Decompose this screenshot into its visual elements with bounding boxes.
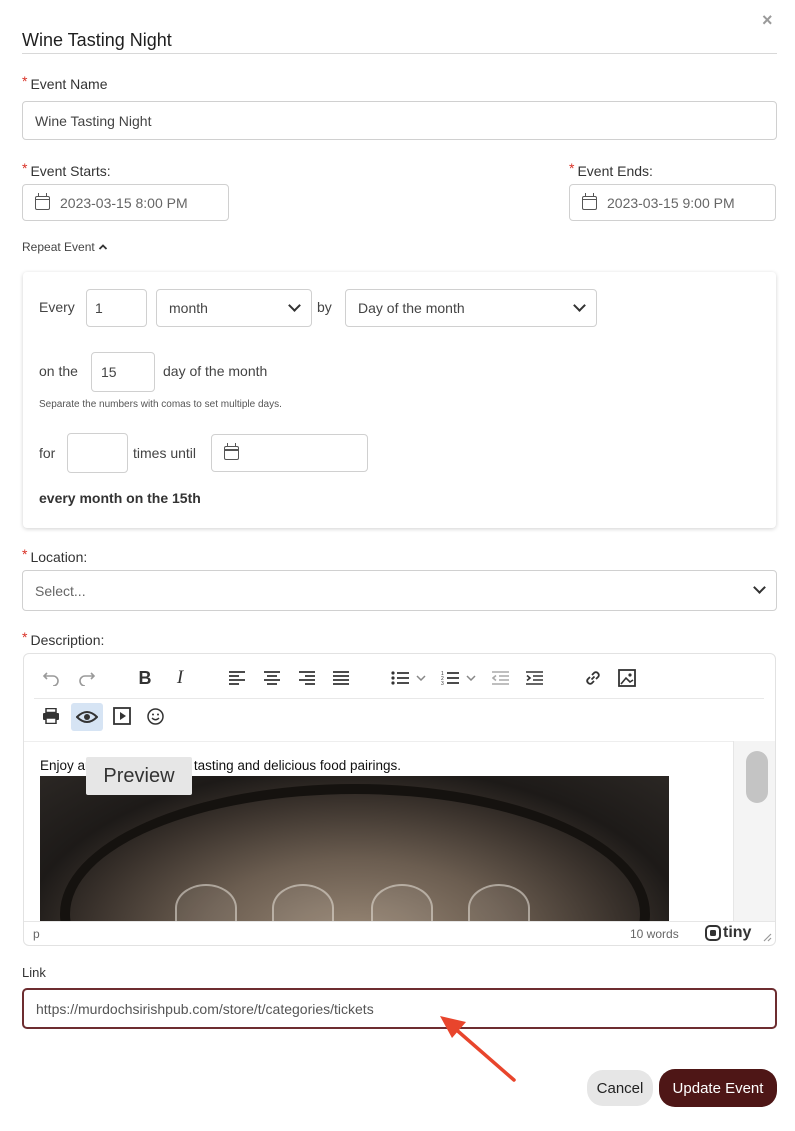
- repeat-day-hint: Separate the numbers with comas to set m…: [39, 399, 282, 410]
- repeat-by-value: Day of the month: [358, 300, 465, 316]
- calendar-icon: [35, 192, 50, 210]
- event-starts-label: * Event Starts:: [22, 160, 111, 179]
- barrel-rim: [60, 784, 650, 921]
- repeat-unit-select[interactable]: month: [156, 289, 312, 327]
- resize-handle-icon[interactable]: [762, 932, 772, 942]
- word-count: 10 words: [630, 927, 679, 941]
- required-marker: *: [569, 160, 575, 176]
- event-ends-value: 2023-03-15 9:00 PM: [607, 194, 735, 211]
- preview-tooltip: Preview: [86, 757, 192, 795]
- repeat-event-label: Repeat Event: [22, 240, 95, 254]
- title-divider: [22, 53, 777, 54]
- link-value: https://murdochsirishpub.com/store/t/cat…: [36, 1000, 374, 1017]
- link-icon[interactable]: [580, 665, 606, 691]
- event-name-input[interactable]: Wine Tasting Night: [22, 101, 777, 140]
- editor-statusbar: p 10 words tiny: [24, 921, 775, 945]
- times-until-label: times until: [133, 445, 197, 461]
- event-starts-label-text: Event Starts:: [30, 163, 111, 179]
- description-label: * Description:: [22, 629, 105, 648]
- align-justify-icon[interactable]: [328, 665, 354, 691]
- toolbar-divider: [34, 698, 764, 699]
- italic-icon[interactable]: I: [167, 665, 193, 691]
- rich-text-editor: B I 123 Enjoy an evening of wine tasting…: [23, 653, 776, 946]
- update-event-button[interactable]: Update Event: [659, 1069, 777, 1107]
- scrollbar-thumb[interactable]: [746, 751, 768, 803]
- repeat-day-value: 15: [101, 364, 117, 380]
- on-the-label: on the: [39, 363, 78, 379]
- bullet-list-icon[interactable]: [387, 665, 413, 691]
- chevron-down-icon: [288, 298, 301, 312]
- event-ends-label: * Event Ends:: [569, 160, 653, 179]
- event-ends-label-text: Event Ends:: [577, 163, 653, 179]
- tiny-logo-text: tiny: [723, 924, 752, 941]
- tiny-logo[interactable]: tiny: [705, 924, 751, 942]
- wine-barrel-image: [40, 776, 669, 921]
- required-marker: *: [22, 160, 28, 176]
- svg-text:3: 3: [441, 681, 444, 685]
- day-of-month-label: day of the month: [163, 363, 268, 379]
- indent-icon[interactable]: [521, 665, 547, 691]
- location-label-text: Location:: [30, 549, 88, 565]
- location-placeholder: Select...: [35, 582, 86, 599]
- preview-icon[interactable]: [71, 703, 103, 731]
- align-left-icon[interactable]: [224, 665, 250, 691]
- event-name-label: * Event Name: [22, 73, 108, 92]
- event-name-label-text: Event Name: [30, 76, 108, 92]
- repeat-interval-input[interactable]: 1: [86, 289, 147, 327]
- link-input[interactable]: https://murdochsirishpub.com/store/t/cat…: [22, 988, 777, 1029]
- undo-icon[interactable]: [38, 665, 64, 691]
- event-name-value: Wine Tasting Night: [35, 112, 152, 129]
- close-icon[interactable]: ×: [762, 10, 773, 31]
- numbered-list-chevron-icon[interactable]: [463, 665, 479, 691]
- description-label-text: Description:: [30, 632, 105, 648]
- by-label: by: [317, 299, 332, 315]
- event-starts-value: 2023-03-15 8:00 PM: [60, 194, 188, 211]
- repeat-day-input[interactable]: 15: [91, 352, 155, 392]
- link-label: Link: [22, 965, 46, 980]
- bold-icon[interactable]: B: [132, 665, 158, 691]
- align-right-icon[interactable]: [294, 665, 320, 691]
- chevron-down-icon: [573, 298, 586, 312]
- tiny-logo-icon: [705, 925, 721, 941]
- numbered-list-icon[interactable]: 123: [437, 665, 463, 691]
- repeat-by-select[interactable]: Day of the month: [345, 289, 597, 327]
- calendar-icon: [582, 192, 597, 210]
- repeat-interval-value: 1: [95, 300, 103, 316]
- media-icon[interactable]: [109, 703, 135, 729]
- chevron-down-icon: [753, 581, 766, 594]
- repeat-summary: every month on the 15th: [39, 490, 201, 506]
- event-ends-input[interactable]: 2023-03-15 9:00 PM: [569, 184, 776, 221]
- event-starts-input[interactable]: 2023-03-15 8:00 PM: [22, 184, 229, 221]
- required-marker: *: [22, 629, 28, 645]
- modal-title: Wine Tasting Night: [22, 30, 172, 50]
- print-icon[interactable]: [38, 703, 64, 729]
- calendar-icon: [224, 443, 239, 460]
- image-icon[interactable]: [614, 665, 640, 691]
- location-label: * Location:: [22, 546, 88, 565]
- for-label: for: [39, 445, 56, 461]
- location-select[interactable]: Select...: [22, 570, 777, 611]
- outdent-icon[interactable]: [487, 665, 513, 691]
- chevron-up-icon: [98, 244, 107, 250]
- repeat-until-input[interactable]: [211, 434, 368, 472]
- editor-scrollbar[interactable]: [733, 741, 775, 921]
- every-label: Every: [39, 299, 75, 315]
- repeat-times-input[interactable]: [67, 433, 128, 473]
- element-path[interactable]: p: [33, 927, 40, 941]
- redo-icon[interactable]: [74, 665, 100, 691]
- repeat-unit-value: month: [169, 300, 208, 316]
- repeat-event-toggle[interactable]: Repeat Event: [22, 240, 108, 254]
- annotation-arrow-icon: [440, 1016, 516, 1082]
- align-center-icon[interactable]: [259, 665, 285, 691]
- required-marker: *: [22, 546, 28, 562]
- bullet-list-chevron-icon[interactable]: [413, 665, 429, 691]
- required-marker: *: [22, 73, 28, 89]
- cancel-button[interactable]: Cancel: [587, 1070, 653, 1106]
- emoji-icon[interactable]: [142, 703, 168, 729]
